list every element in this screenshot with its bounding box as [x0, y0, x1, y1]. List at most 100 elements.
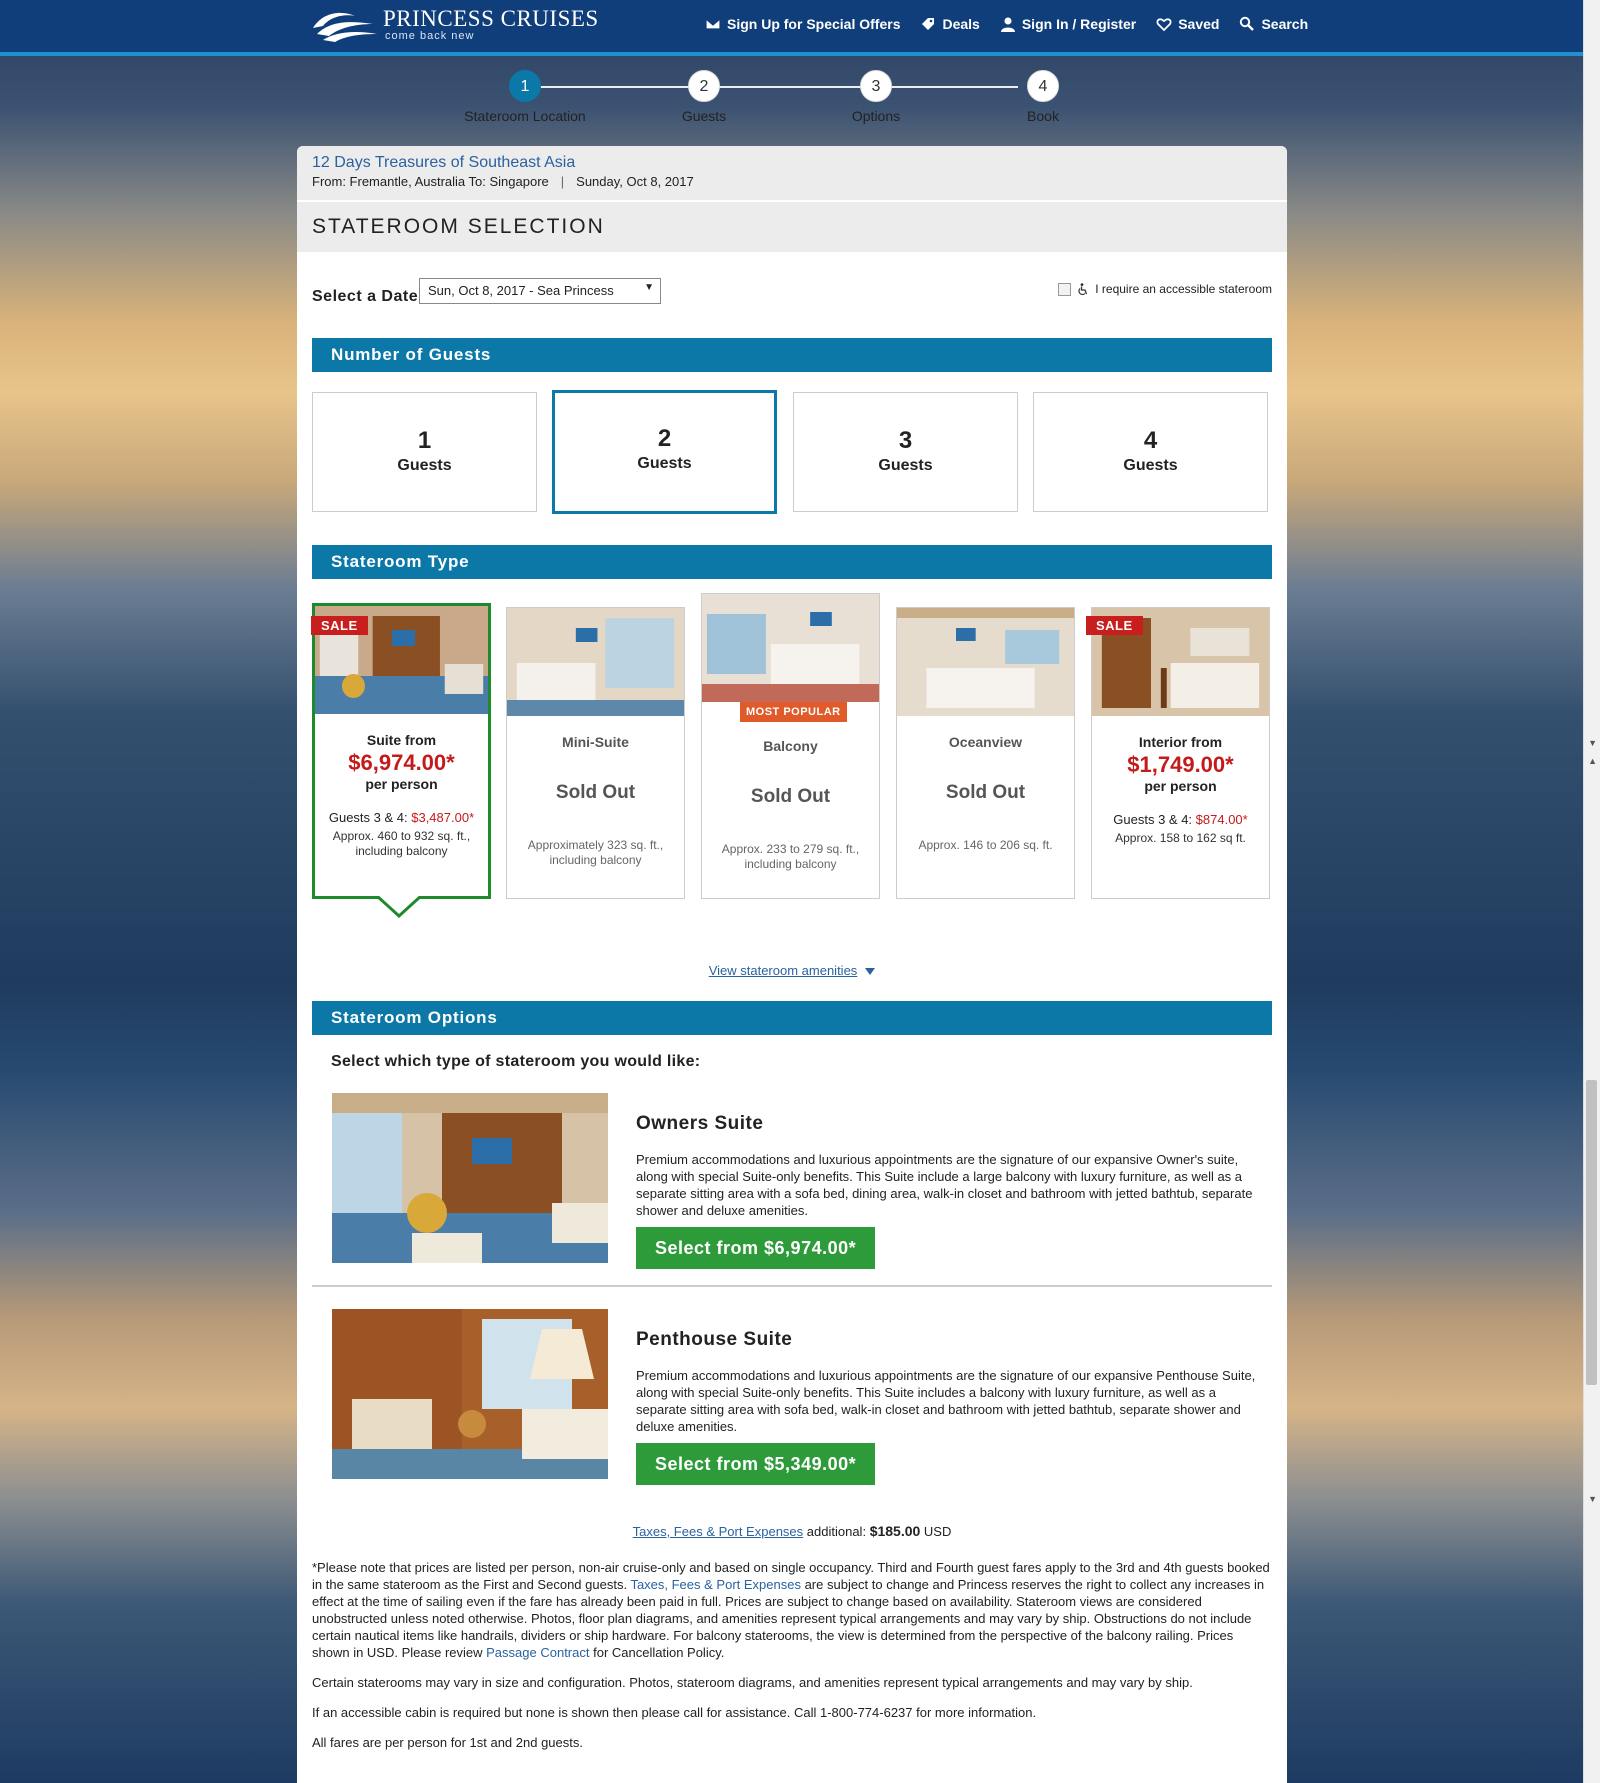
stateroom-name: Oceanview	[948, 734, 1023, 750]
date-label: Select a Date	[312, 288, 419, 305]
step-label: Stateroom Location	[464, 108, 586, 124]
extra-guest-amount: $3,487.00*	[411, 810, 475, 825]
step-stateroom-location[interactable]: 1 Stateroom Location	[450, 70, 600, 124]
step-number: 3	[860, 70, 892, 102]
stateroom-card-suite[interactable]: SALE Suite from $6,974.00* per person Gu…	[311, 603, 491, 918]
step-book[interactable]: 4 Book	[968, 70, 1118, 124]
guest-number: 1	[417, 427, 432, 454]
envelope-icon	[705, 18, 721, 30]
nav-label: Saved	[1178, 16, 1220, 32]
extra-guest-price: Guests 3 & 4: $874.00*	[1092, 812, 1269, 827]
guest-label: Guests	[1123, 457, 1178, 474]
option-penthouse-suite: Penthouse Suite Premium accommodations a…	[312, 1285, 1272, 1499]
nav-label: Sign Up for Special Offers	[727, 16, 901, 32]
guest-option-2[interactable]: 2 Guests	[552, 390, 777, 514]
nav-label: Sign In / Register	[1021, 16, 1137, 32]
stateroom-size: Approx. 158 to 162 sq ft.	[1115, 831, 1246, 845]
taxes-fees-link[interactable]: Taxes, Fees & Port Expenses	[633, 1524, 804, 1539]
search-icon	[1240, 16, 1255, 31]
fine-print-paragraph: If an accessible cabin is required but n…	[312, 1705, 1037, 1720]
fine-print: *Please note that prices are listed per …	[312, 1559, 1272, 1751]
stateroom-card-mini-suite[interactable]: Mini-Suite Sold Out Approximately 323 sq…	[506, 607, 685, 899]
nav-saved[interactable]: Saved	[1156, 16, 1219, 32]
stateroom-size: Approx. 233 to 279 sq. ft., including ba…	[721, 842, 860, 871]
sale-badge: SALE	[311, 616, 368, 635]
stateroom-options-heading: Stateroom Options	[312, 1001, 1272, 1035]
option-owners-suite: Owners Suite Premium accommodations and …	[312, 1071, 1272, 1285]
person-icon	[1000, 17, 1015, 32]
option-title: Owners Suite	[636, 1113, 764, 1134]
sold-out-status: Sold Out	[750, 786, 831, 807]
triangle-down-icon	[865, 968, 876, 975]
mini-suite-photo	[507, 608, 684, 716]
fine-print-text: for Cancellation Policy.	[589, 1645, 725, 1660]
nav-label: Search	[1261, 16, 1309, 32]
caret-down-icon: ▼	[644, 282, 654, 293]
step-guests[interactable]: 2 Guests	[629, 70, 779, 124]
site-header: PRINCESS CRUISES come back new Sign Up f…	[0, 0, 1583, 56]
guest-option-4[interactable]: 4 Guests	[1033, 392, 1268, 512]
owners-suite-photo	[332, 1093, 608, 1263]
stateroom-type-heading: Stateroom Type	[312, 545, 1272, 579]
select-owners-suite-button[interactable]: Select from $6,974.00*	[636, 1227, 876, 1269]
heart-icon	[1156, 18, 1172, 32]
view-amenities-link[interactable]: View stateroom amenities	[709, 963, 858, 978]
scroll-down-arrow-icon[interactable]: ▼	[1588, 738, 1597, 748]
nav-sign-in[interactable]: Sign In / Register	[1000, 16, 1136, 32]
nav-deals[interactable]: Deals	[920, 16, 980, 32]
trip-route: From: Fremantle, Australia To: Singapore	[312, 174, 549, 189]
select-penthouse-suite-button[interactable]: Select from $5,349.00*	[636, 1443, 876, 1485]
scrollbar-thumb[interactable]	[1586, 1080, 1597, 1385]
taxes-line: Taxes, Fees & Port Expenses additional: …	[297, 1523, 1287, 1539]
logo-tagline: come back new	[385, 30, 475, 42]
fine-print-paragraph: Certain staterooms may vary in size and …	[312, 1675, 1193, 1690]
accessible-stateroom-option[interactable]: I require an accessible stateroom	[1058, 282, 1272, 296]
stateroom-card-oceanview[interactable]: Oceanview Sold Out Approx. 146 to 206 sq…	[896, 607, 1075, 899]
fine-print-paragraph: All fares are per person for 1st and 2nd…	[312, 1735, 583, 1750]
page-scrollbar[interactable]: ▼ ▲ ▼	[1583, 0, 1600, 1783]
page-title: STATEROOM SELECTION	[297, 200, 1287, 252]
taxes-text: additional:	[806, 1524, 867, 1539]
extra-guest-label: Guests 3 & 4:	[1113, 812, 1196, 827]
most-popular-badge: MOST POPULAR	[740, 702, 847, 722]
sold-out-status: Sold Out	[555, 782, 636, 803]
fine-print-paragraph: *Please note that prices are listed per …	[312, 1559, 1272, 1661]
per-person-label: per person	[1144, 778, 1217, 794]
nav-special-offers[interactable]: Sign Up for Special Offers	[705, 16, 900, 32]
per-person-label: per person	[365, 776, 438, 792]
step-label: Options	[851, 108, 901, 124]
nav-search[interactable]: Search	[1239, 16, 1308, 32]
step-number: 1	[509, 70, 541, 102]
logo-name: PRINCESS CRUISES	[383, 6, 599, 31]
stateroom-name: Interior from	[1138, 734, 1223, 750]
stateroom-price: $1,749.00*	[1127, 752, 1234, 777]
stateroom-card-interior[interactable]: SALE Interior from $1,749.00* per person…	[1086, 607, 1270, 899]
stateroom-name: Balcony	[763, 738, 818, 754]
step-options[interactable]: 3 Options	[801, 70, 951, 124]
stateroom-size: Approximately 323 sq. ft., including bal…	[527, 838, 664, 867]
selected-pointer-icon	[377, 896, 421, 918]
guest-label: Guests	[637, 455, 692, 472]
princess-logo[interactable]: PRINCESS CRUISES come back new	[311, 6, 599, 42]
guest-option-1[interactable]: 1 Guests	[312, 392, 537, 512]
oceanview-photo	[897, 608, 1074, 716]
scroll-down-arrow-icon[interactable]: ▼	[1588, 1494, 1597, 1504]
taxes-fees-inline-link[interactable]: Taxes, Fees & Port Expenses	[630, 1577, 801, 1592]
accessible-checkbox[interactable]	[1058, 282, 1072, 296]
option-description: Premium accommodations and luxurious app…	[636, 1152, 1253, 1218]
options-intro: Select which type of stateroom you would…	[331, 1053, 701, 1070]
date-row: Select a Date Sun, Oct 8, 2017 - Sea Pri…	[297, 252, 1287, 338]
scroll-up-arrow-icon[interactable]: ▲	[1588, 756, 1597, 766]
trip-summary: 12 Days Treasures of Southeast Asia From…	[297, 146, 1287, 200]
trip-title: 12 Days Treasures of Southeast Asia	[312, 154, 576, 171]
sailing-date-select[interactable]: Sun, Oct 8, 2017 - Sea Princess ▼	[419, 278, 661, 304]
guest-option-3[interactable]: 3 Guests	[793, 392, 1018, 512]
option-title: Penthouse Suite	[636, 1329, 793, 1350]
wheelchair-icon	[1078, 282, 1088, 295]
trip-date: Sunday, Oct 8, 2017	[576, 174, 694, 189]
wave-logo-icon	[313, 12, 377, 42]
stateroom-card-balcony[interactable]: MOST POPULAR Balcony Sold Out Approx. 23…	[701, 593, 880, 899]
sailing-date-value: Sun, Oct 8, 2017 - Sea Princess	[428, 283, 614, 298]
booking-stepper: 1 Stateroom Location 2 Guests 3 Options …	[464, 70, 1110, 130]
passage-contract-link[interactable]: Passage Contract	[486, 1645, 589, 1660]
